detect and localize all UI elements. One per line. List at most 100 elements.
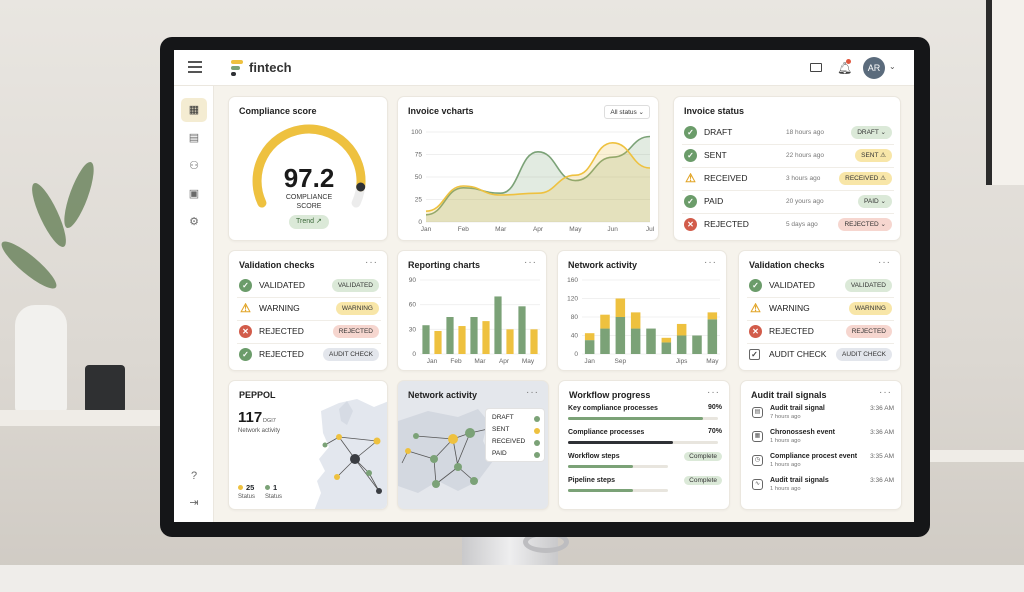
status-label: WARNING [769,303,810,313]
top-bar: fintech 🔔︎ AR ⌄ [174,50,914,86]
x-tick-label: Sep [615,358,627,365]
trend-button[interactable]: Trend ↗ [289,215,329,229]
audit-subtitle: 7 hours ago [770,414,801,420]
status-pill[interactable]: VALIDATED [844,279,892,292]
x-tick-label: Jun [607,226,618,233]
status-pill[interactable]: REJECTED [332,325,379,338]
audit-title[interactable]: Chronossesh event [770,429,835,436]
audit-title[interactable]: Audit trail signal [770,405,825,412]
status-row[interactable]: ✕ REJECTED REJECTED [237,321,381,344]
status-pill[interactable]: REJECTED [845,325,892,338]
x-tick-label: Apr [533,226,544,233]
status-dot [265,485,270,490]
audit-subtitle: 1 hours ago [770,462,801,468]
status-label: RECEIVED [704,173,748,183]
more-icon[interactable]: ··· [879,387,892,398]
status-time: 22 hours ago [786,152,824,159]
status-pill[interactable]: AUDIT CHECK [323,348,379,361]
audit-title[interactable]: Audit trail signals [770,477,829,484]
status-row[interactable]: ✓ SENT 22 hours ago SENT ⚠ [682,145,894,168]
status-row[interactable]: ✓ DRAFT 18 hours ago DRAFT ⌄ [682,122,894,145]
status-pill[interactable]: RECEIVED ⚠ [839,172,892,185]
status-label: DRAFT [704,127,733,137]
validation-list: ✓ VALIDATED VALIDATED ⚠ WARNING WARNING ✕ REJEC… [739,275,902,370]
status-label: REJECTED [769,326,814,336]
status-row[interactable]: ✓ VALIDATED VALIDATED [747,275,894,298]
peppol-card: PEPPOL 117 DGI7 Network activity 25 Stat… [228,380,388,510]
check-circle-icon: ✓ [684,195,697,208]
status-row[interactable]: ✕ REJECTED 5 days ago REJECTED ⌄ [682,214,894,237]
status-pill[interactable]: AUDIT CHECK [836,348,892,361]
status-pill[interactable]: SENT ⚠ [855,149,892,162]
status-row[interactable]: ✕ REJECTED REJECTED [747,321,894,344]
bar-yellow [676,323,687,336]
y-tick-label: 60 [409,302,417,309]
more-icon[interactable]: ··· [365,257,378,268]
status-row[interactable]: ⚠ RECEIVED 3 hours ago RECEIVED ⚠ [682,168,894,191]
status-filter-dropdown[interactable]: All status ⌄ [604,105,650,119]
status-pill[interactable]: DRAFT ⌄ [851,126,892,139]
legend-swatch [534,452,540,458]
status-time: 20 yours ago [786,198,824,205]
y-tick-label: 40 [571,333,579,340]
status-row[interactable]: ✓ REJECTED AUDIT CHECK [237,344,381,367]
document-icon[interactable]: ▤ [181,126,207,150]
status-pill[interactable]: VALIDATED [331,279,379,292]
status-pill[interactable]: WARNING [335,302,379,315]
logout-icon[interactable]: ⇥ [181,491,207,515]
status-time: 5 days ago [786,221,818,228]
status-label: REJECTED [259,349,304,359]
network-activity-card: Network activity ··· 0 40 80 120 160 Jan Sep Ji… [557,250,727,371]
progress-fill [568,441,673,444]
check-circle-icon: ✓ [749,279,762,292]
status-row[interactable]: ⚠ WARNING WARNING [747,298,894,321]
chevron-down-icon[interactable]: ⌄ [889,62,896,71]
reporting-bar-chart: 0 30 60 90 Jan Feb Mar Apr May [409,277,540,365]
grid-icon[interactable]: ▦ [181,98,207,122]
brand-name[interactable]: fintech [249,60,292,75]
compliance-score-card: Compliance score 97.2 COMPLIANCE SCORE T… [228,96,388,241]
workflow-value: 70% [707,428,722,435]
progress-fill [568,465,633,468]
status-row[interactable]: ✓ PAID 20 yours ago PAID ⌄ [682,191,894,214]
bar-yellow [630,312,641,329]
status-pill[interactable]: REJECTED ⌄ [838,218,892,231]
desk [0,565,1024,592]
progress-fill [568,417,703,420]
users-icon[interactable]: ⚇ [181,154,207,178]
check-circle-icon: ✓ [684,126,697,139]
avatar[interactable]: AR [863,57,885,79]
validation-checks-card: Validation checks ··· ✓ VALIDATED VALIDATE… [738,250,901,371]
hamburger-icon[interactable] [188,61,202,73]
x-tick-label: May [522,358,535,365]
bar-green [676,335,687,354]
help-icon[interactable]: ? [181,464,207,488]
status-row[interactable]: ✓ VALIDATED VALIDATED [237,275,381,298]
more-icon[interactable]: ··· [526,387,539,398]
more-icon[interactable]: ··· [878,257,891,268]
settings-icon[interactable]: ⚙ [181,210,207,234]
status-row[interactable]: ⚠ WARNING WARNING [237,298,381,321]
bar-green [630,328,641,354]
bar [434,330,442,354]
workflow-value: Complete [684,452,722,461]
status-row[interactable]: ✓ AUDIT CHECK AUDIT CHECK [747,344,894,367]
stat-label: Status [238,494,256,500]
more-icon[interactable]: ··· [707,387,720,398]
calendar-icon[interactable]: ▣ [181,182,207,206]
more-icon[interactable]: ··· [704,257,717,268]
peppol-count-unit: DGI7 [263,418,276,424]
status-pill[interactable]: WARNING [848,302,892,315]
status-pill[interactable]: PAID ⌄ [858,195,892,208]
check-circle-icon: ✓ [239,348,252,361]
more-icon[interactable]: ··· [524,257,537,268]
x-tick-label: Jan [421,226,432,233]
score-value: 97.2 [284,163,335,193]
audit-title[interactable]: Compliance procest event [770,453,857,460]
stat-label: Status [265,494,283,500]
x-tick-label: Mar [495,226,507,233]
legend-label: PAID [492,450,507,457]
mail-icon[interactable] [810,63,822,72]
bar [458,326,466,354]
bar [482,321,490,354]
